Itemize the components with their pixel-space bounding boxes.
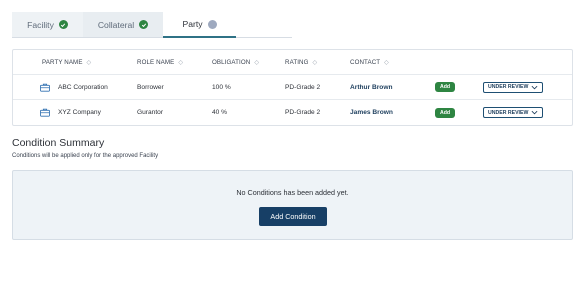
party-name: XYZ Company — [58, 109, 101, 116]
rating-cell: PD-Grade 2 — [285, 109, 321, 116]
header-obligation-label: OBLIGATION — [212, 58, 251, 66]
obligation-cell: 40 % — [212, 109, 228, 116]
add-condition-button[interactable]: Add Condition — [259, 207, 327, 226]
header-rating-label: RATING — [285, 58, 309, 66]
header-rating[interactable]: RATING ◇ — [285, 50, 317, 74]
check-circle-icon — [58, 20, 68, 29]
obligation-cell: 100 % — [212, 83, 231, 91]
chevron-down-icon — [531, 110, 538, 115]
tab-party[interactable]: Party — [163, 12, 236, 38]
status-label: UNDER REVIEW — [488, 109, 529, 116]
status-dropdown[interactable]: UNDER REVIEW — [483, 81, 543, 93]
add-cell: Add — [435, 75, 456, 99]
header-party-name-label: PARTY NAME — [42, 58, 83, 66]
contact-link[interactable]: James Brown — [350, 100, 393, 125]
header-role-name[interactable]: ROLE NAME ◇ — [137, 50, 183, 74]
conditions-panel: No Conditions has been added yet. Add Co… — [12, 170, 573, 240]
sort-icon: ◇ — [86, 59, 92, 66]
status-label: UNDER REVIEW — [488, 84, 529, 90]
chevron-down-icon — [531, 85, 538, 89]
tab-collateral-label: Collateral — [97, 19, 135, 30]
sort-icon: ◇ — [178, 59, 184, 66]
party-name-cell: XYZ Company — [41, 100, 101, 125]
tab-bar: Facility Collateral Party — [12, 12, 292, 38]
pending-dot-icon — [207, 19, 217, 29]
header-party-name[interactable]: PARTY NAME ◇ — [42, 50, 91, 74]
party-name: ABC Corporation — [58, 83, 108, 91]
header-obligation[interactable]: OBLIGATION ◇ — [212, 50, 259, 74]
status-dropdown[interactable]: UNDER REVIEW — [483, 107, 543, 118]
sort-icon: ◇ — [384, 59, 389, 66]
sort-icon: ◇ — [254, 59, 260, 66]
party-name-cell: ABC Corporation — [41, 75, 108, 99]
table-row: XYZ Company Gurantor 40 % PD-Grade 2 Jam… — [13, 100, 572, 125]
header-contact[interactable]: CONTACT ◇ — [350, 50, 389, 74]
add-button[interactable]: Add — [435, 82, 456, 92]
table-row: ABC Corporation Borrower 100 % PD-Grade … — [13, 75, 572, 100]
status-cell: UNDER REVIEW — [483, 100, 543, 125]
empty-state-message: No Conditions has been added yet. — [236, 188, 349, 197]
rating-cell: PD-Grade 2 — [285, 83, 321, 91]
role-name-cell: Gurantor — [137, 109, 164, 116]
tab-collateral[interactable]: Collateral — [83, 12, 163, 37]
tab-party-label: Party — [182, 19, 203, 29]
tab-facility-label: Facility — [27, 19, 54, 30]
header-contact-label: CONTACT — [350, 58, 381, 66]
tab-facility[interactable]: Facility — [12, 12, 83, 37]
party-table: PARTY NAME ◇ ROLE NAME ◇ OBLIGATION ◇ RATIN… — [12, 49, 573, 126]
condition-summary-title: Condition Summary — [12, 137, 105, 149]
check-circle-icon — [139, 20, 149, 29]
condition-summary-subtitle: Conditions will be applied only for the … — [12, 153, 159, 159]
status-cell: UNDER REVIEW — [483, 75, 543, 99]
table-header-row: PARTY NAME ◇ ROLE NAME ◇ OBLIGATION ◇ RATIN… — [13, 50, 572, 75]
add-button[interactable]: Add — [435, 107, 456, 118]
sort-icon: ◇ — [312, 59, 318, 66]
header-role-name-label: ROLE NAME — [137, 58, 175, 66]
contact-link[interactable]: Arthur Brown — [350, 75, 393, 99]
add-cell: Add — [435, 100, 456, 125]
role-name-cell: Borrower — [137, 83, 164, 91]
